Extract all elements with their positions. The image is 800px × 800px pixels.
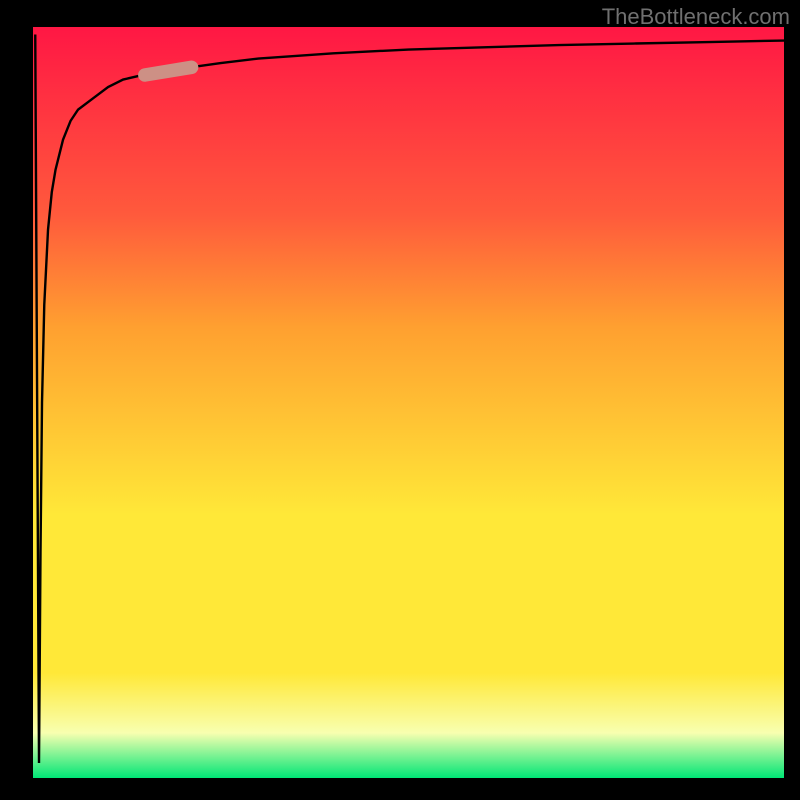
gradient-background bbox=[33, 27, 784, 778]
watermark-text: TheBottleneck.com bbox=[602, 4, 790, 30]
plot-area bbox=[33, 27, 784, 778]
chart-svg bbox=[33, 27, 784, 778]
